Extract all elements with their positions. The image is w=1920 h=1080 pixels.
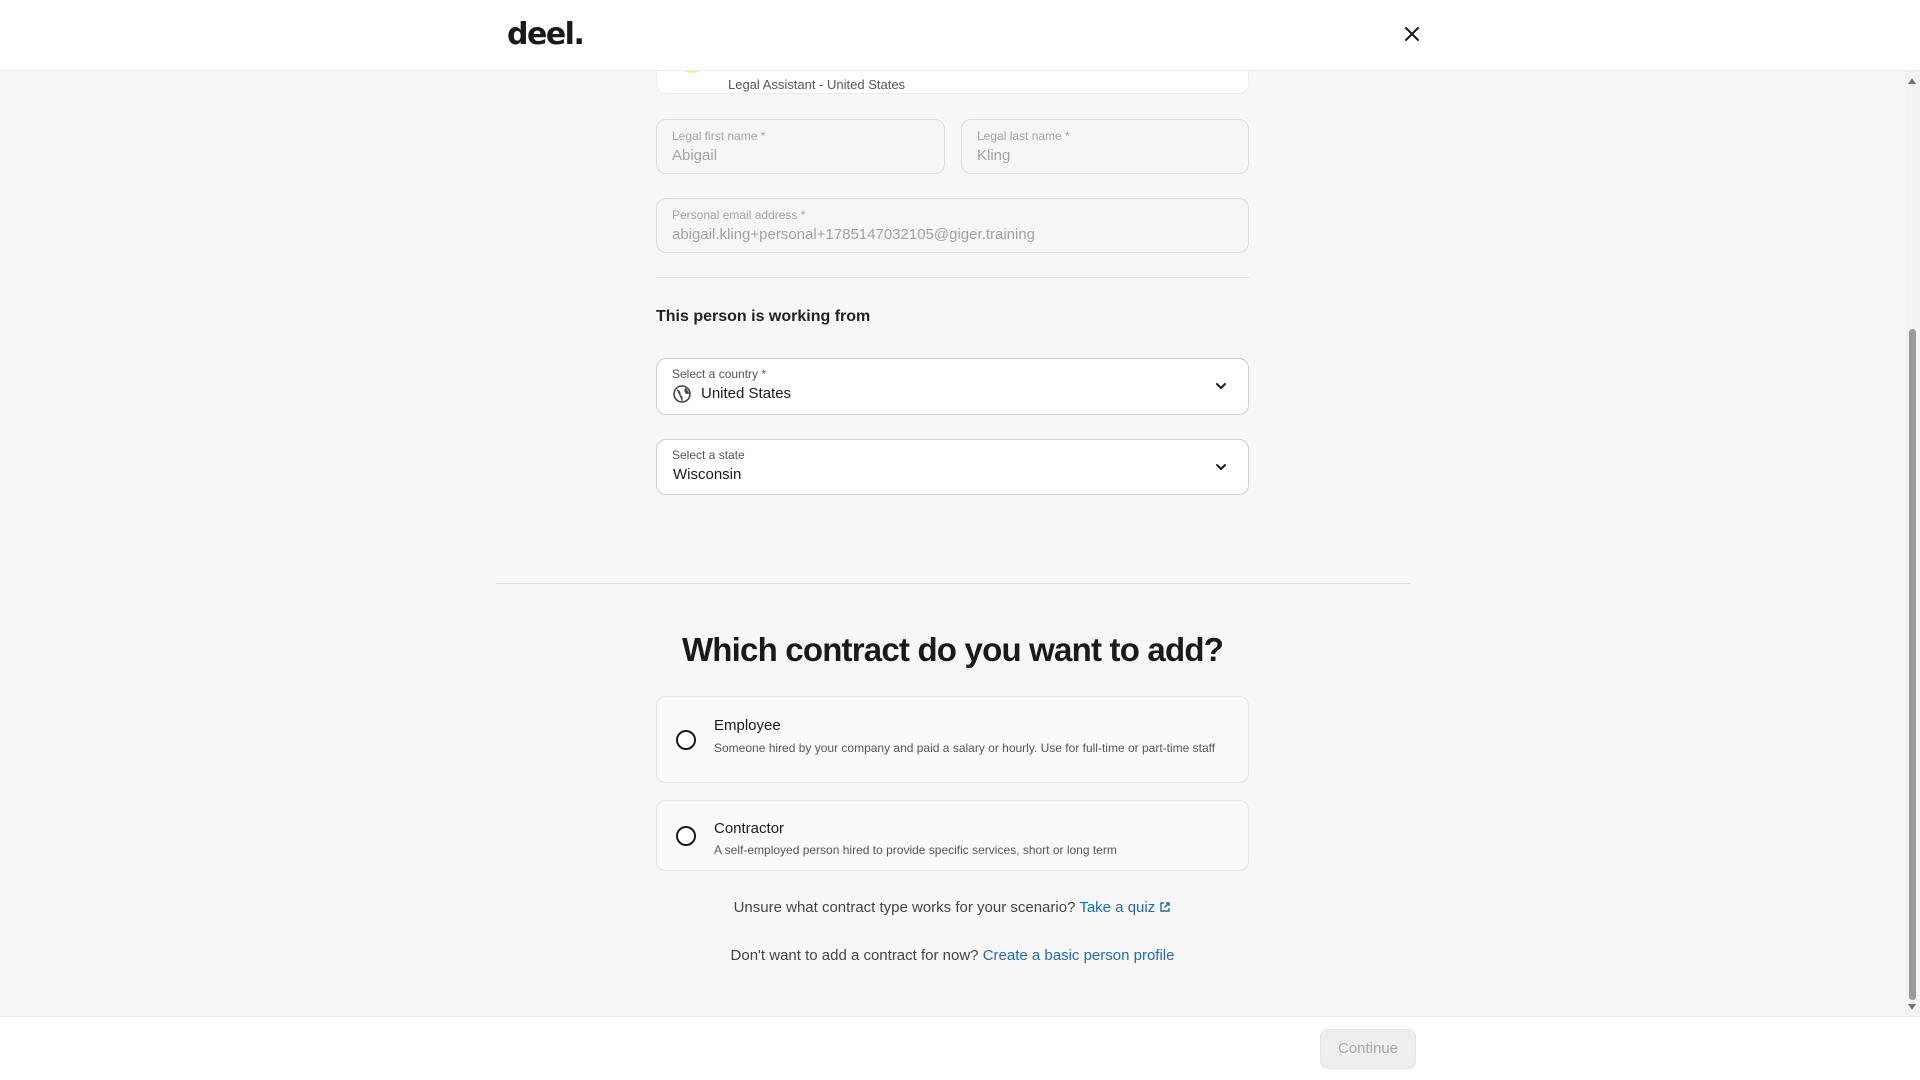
first-name-label: Legal first name * xyxy=(672,129,766,143)
create-profile-link[interactable]: Create a basic person profile xyxy=(983,947,1175,964)
last-name-field[interactable]: Legal last name * Kling xyxy=(961,119,1249,174)
profile-prompt: Don't want to add a contract for now? xyxy=(730,947,979,964)
last-name-value: Kling xyxy=(977,147,1011,164)
close-icon xyxy=(1405,27,1419,41)
country-label: Select a country * xyxy=(672,367,767,381)
person-subtitle: Legal Assistant - United States xyxy=(728,77,906,92)
continue-button[interactable]: Continue xyxy=(1320,1029,1416,1069)
state-value: Wisconsin xyxy=(673,466,742,483)
scroll-up-arrow[interactable] xyxy=(1908,78,1916,84)
email-label: Personal email address * xyxy=(672,208,806,222)
close-button[interactable] xyxy=(1400,22,1424,46)
avatar xyxy=(673,71,711,73)
email-value: abigail.kling+personal+1785147032105@gig… xyxy=(672,226,1036,243)
section-divider xyxy=(656,277,1249,278)
working-from-title: This person is working from xyxy=(656,308,871,325)
page-divider xyxy=(496,583,1410,584)
take-quiz-link[interactable]: Take a quiz xyxy=(1079,899,1171,916)
take-quiz-label: Take a quiz xyxy=(1079,899,1156,916)
state-select[interactable]: Select a state Wisconsin xyxy=(656,439,1249,495)
contractor-title: Contractor xyxy=(714,820,785,837)
contract-title: Which contract do you want to add? xyxy=(681,631,1224,668)
employee-title: Employee xyxy=(714,717,781,734)
deel-logo[interactable]: deel. xyxy=(507,17,585,52)
country-select[interactable]: Select a country * United States xyxy=(656,358,1249,415)
footer-bar: Continue xyxy=(0,1016,1920,1080)
contractor-description: A self-employed person hired to provide … xyxy=(714,843,1117,857)
chevron-down-icon xyxy=(1216,464,1226,470)
main-content: Legal Assistant - United States Legal fi… xyxy=(0,71,1905,1016)
quiz-prompt: Unsure what contract type works for your… xyxy=(733,899,1076,916)
globe-icon xyxy=(673,385,691,403)
contractor-option[interactable]: Contractor A self-employed person hired … xyxy=(656,800,1249,871)
state-label: Select a state xyxy=(672,448,745,462)
person-card: Legal Assistant - United States xyxy=(656,71,1249,94)
employee-option[interactable]: Employee Someone hired by your company a… xyxy=(656,696,1249,783)
first-name-field[interactable]: Legal first name * Abigail xyxy=(656,119,945,174)
external-link-icon xyxy=(1160,902,1171,912)
scrollbar[interactable] xyxy=(1905,71,1920,1016)
employee-description: Someone hired by your company and paid a… xyxy=(714,741,1216,755)
contractor-radio[interactable] xyxy=(676,826,696,846)
country-value: United States xyxy=(701,385,792,402)
scroll-thumb[interactable] xyxy=(1909,329,1916,1000)
last-name-label: Legal last name * xyxy=(977,129,1070,143)
scroll-down-arrow[interactable] xyxy=(1908,1004,1916,1010)
profile-help-line: Don't want to add a contract for now? Cr… xyxy=(0,947,1905,964)
email-field[interactable]: Personal email address * abigail.kling+p… xyxy=(656,198,1249,253)
first-name-value: Abigail xyxy=(672,147,718,164)
chevron-down-icon xyxy=(1216,383,1226,389)
quiz-help-line: Unsure what contract type works for your… xyxy=(0,899,1905,916)
top-bar: deel. xyxy=(0,0,1920,71)
employee-radio[interactable] xyxy=(676,730,696,750)
